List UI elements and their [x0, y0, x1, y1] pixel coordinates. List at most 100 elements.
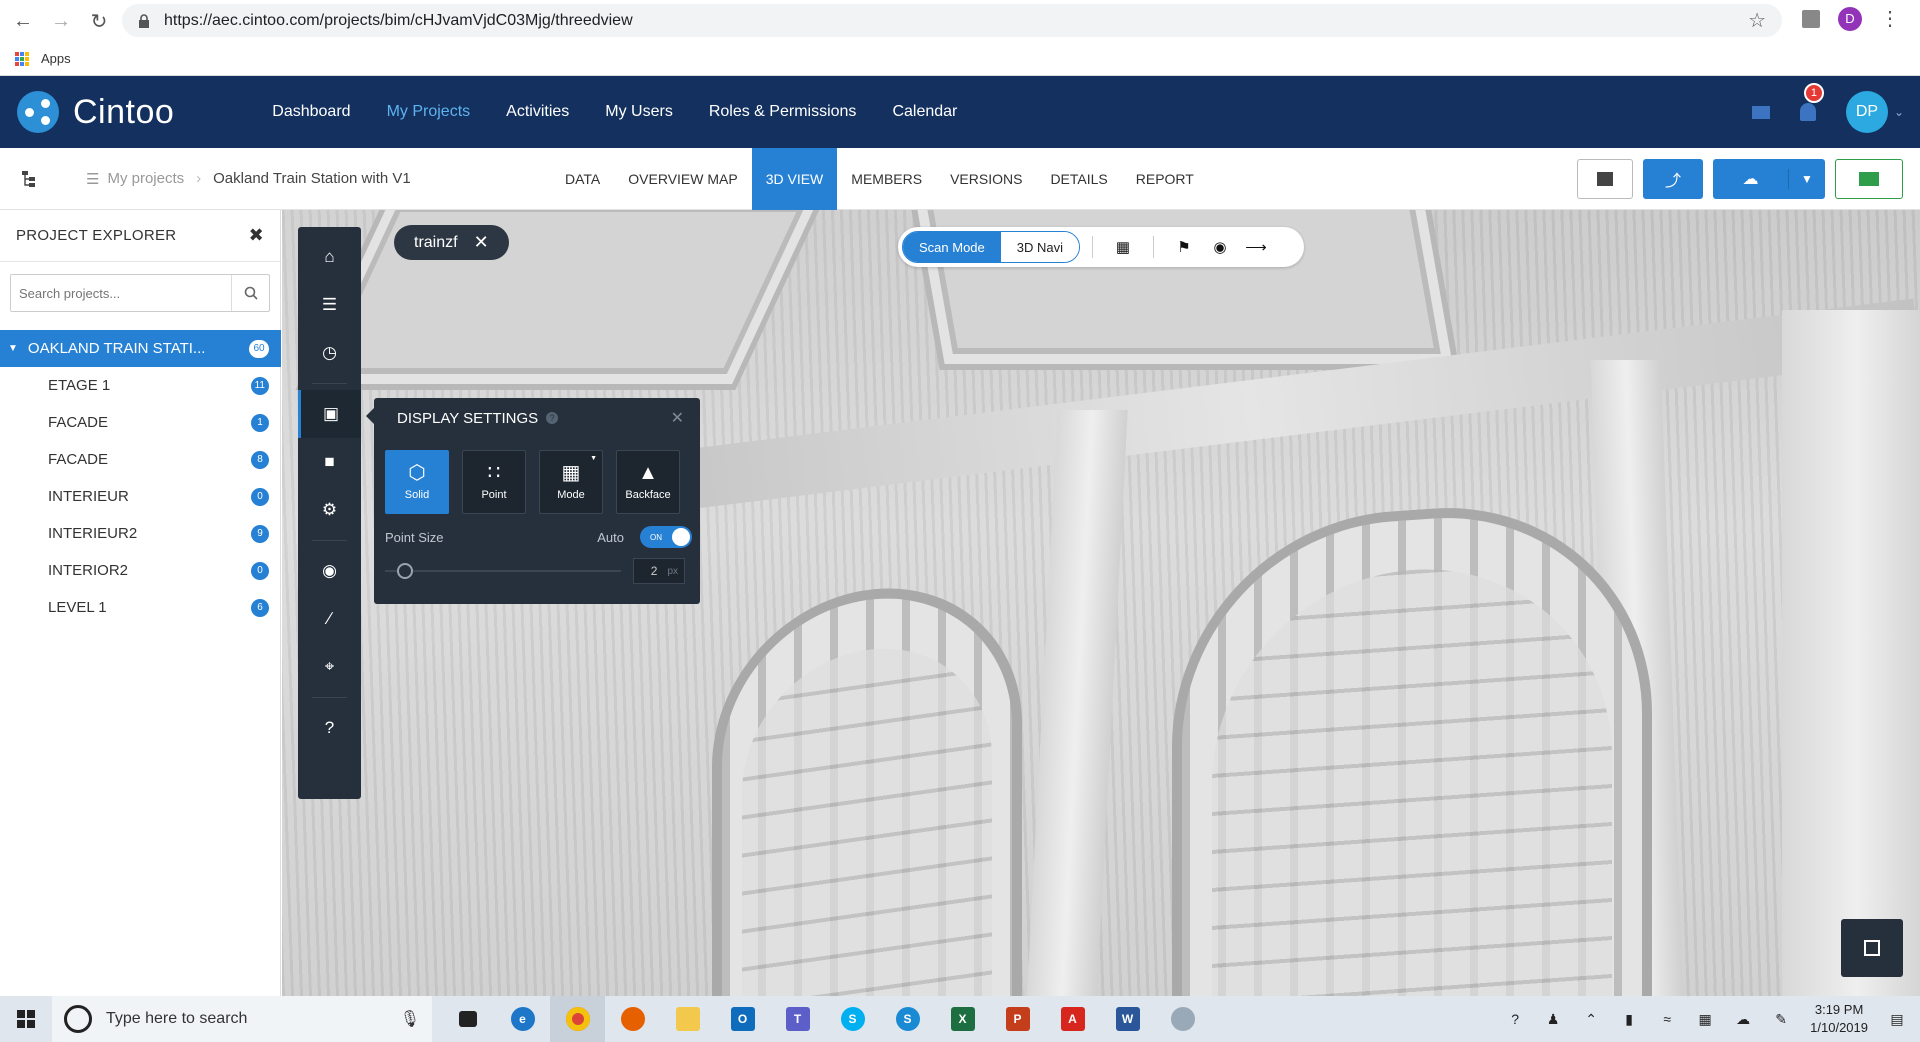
address-bar[interactable]: https://aec.cintoo.com/projects/bim/cHJv… — [122, 4, 1782, 37]
search-icon[interactable] — [231, 275, 269, 311]
powerpoint-icon[interactable]: P — [990, 996, 1045, 1042]
extension-icon[interactable] — [1802, 9, 1820, 28]
3d-navi-button[interactable]: 3D Navi — [1000, 232, 1080, 262]
cintoo-logo[interactable]: Cintoo — [17, 91, 174, 133]
camera-icon[interactable]: ◉ — [1202, 238, 1238, 256]
tree-item[interactable]: ETAGE 1 11 — [0, 367, 281, 404]
settings-button[interactable]: ⚙ — [298, 486, 361, 534]
nav-activities[interactable]: Activities — [488, 103, 587, 121]
teams-icon[interactable]: T — [770, 996, 825, 1042]
bookmark-apps[interactable]: Apps — [41, 51, 71, 66]
archive-button[interactable] — [1577, 159, 1633, 199]
browser-profile-avatar[interactable]: D — [1838, 6, 1862, 31]
display-settings-button[interactable]: ▣ — [298, 390, 361, 438]
mode-button[interactable]: ▼ ▦ Mode — [539, 450, 603, 514]
upload-dropdown-icon[interactable]: ▼ — [1789, 172, 1825, 186]
search-input[interactable] — [11, 275, 231, 311]
scan-mode-button[interactable]: Scan Mode — [903, 232, 1001, 262]
nav-my-projects[interactable]: My Projects — [369, 103, 489, 121]
people-icon[interactable]: ♟ — [1544, 1010, 1562, 1028]
chevron-up-icon[interactable]: ⌃ — [1582, 1010, 1600, 1028]
help-icon[interactable]: ? — [1506, 1010, 1524, 1028]
word-icon[interactable]: W — [1100, 996, 1155, 1042]
forward-icon[interactable]: → — [46, 6, 76, 36]
point-size-slider[interactable] — [385, 563, 621, 579]
tree-item[interactable]: INTERIEUR2 9 — [0, 515, 281, 552]
tree-item[interactable]: INTERIOR2 0 — [0, 552, 281, 589]
onedrive-icon[interactable]: ☁ — [1734, 1010, 1752, 1028]
add-folder-button[interactable] — [1835, 159, 1903, 199]
home-button[interactable]: ⌂ — [298, 233, 361, 281]
fullscreen-button[interactable] — [1841, 919, 1903, 977]
pen-icon[interactable]: ✎ — [1772, 1010, 1790, 1028]
nav-dashboard[interactable]: Dashboard — [254, 103, 368, 121]
tab-3d-view[interactable]: 3D VIEW — [751, 148, 838, 210]
chevron-down-icon[interactable]: ⌄ — [1894, 105, 1904, 119]
point-size-input[interactable]: 2 px — [633, 558, 685, 584]
nav-my-users[interactable]: My Users — [587, 103, 691, 121]
taskbar-search[interactable]: Type here to search 🎙 — [52, 996, 432, 1042]
auto-point-size-toggle[interactable]: ON — [640, 526, 692, 548]
teams-tray-icon[interactable]: ▦ — [1696, 1010, 1714, 1028]
share-link-button[interactable]: ⤴ — [1643, 159, 1703, 199]
nav-roles-permissions[interactable]: Roles & Permissions — [691, 103, 875, 121]
tree-item[interactable]: FACADE 1 — [0, 404, 281, 441]
location-button[interactable]: ◉ — [298, 547, 361, 595]
edge-icon[interactable]: e — [495, 996, 550, 1042]
cloud-upload-icon[interactable]: ☁ — [1713, 169, 1789, 189]
remove-tag-icon[interactable]: ✕ — [474, 232, 489, 253]
tab-report[interactable]: REPORT — [1122, 148, 1208, 210]
tab-versions[interactable]: VERSIONS — [936, 148, 1036, 210]
apps-grid-icon[interactable] — [15, 51, 29, 66]
share-icon[interactable]: ⟶ — [1238, 238, 1274, 256]
nav-calendar[interactable]: Calendar — [874, 103, 975, 121]
breadcrumb-my-projects[interactable]: My projects — [107, 170, 184, 187]
mail-icon[interactable] — [1751, 105, 1770, 119]
tab-details[interactable]: DETAILS — [1036, 148, 1121, 210]
tab-data[interactable]: DATA — [551, 148, 614, 210]
outlook-icon[interactable]: O — [715, 996, 770, 1042]
history-button[interactable]: ◷ — [298, 329, 361, 377]
tree-root-project[interactable]: ▼ OAKLAND TRAIN STATI... 60 — [0, 330, 281, 367]
solid-render-button[interactable]: ⬡ Solid — [385, 450, 449, 514]
file-explorer-icon[interactable] — [660, 996, 715, 1042]
measure-button[interactable]: ∕ — [298, 595, 361, 643]
help-icon[interactable]: ? — [546, 412, 559, 424]
chrome-icon[interactable] — [550, 996, 605, 1042]
close-icon[interactable]: ✖ — [249, 225, 264, 246]
task-view-icon[interactable] — [440, 996, 495, 1042]
backface-button[interactable]: ▲ Backface — [616, 450, 680, 514]
tree-item[interactable]: INTERIEUR 0 — [0, 478, 281, 515]
tree-toggle-icon[interactable] — [0, 148, 60, 210]
skype-business-icon[interactable]: S — [880, 996, 935, 1042]
help-button[interactable]: ? — [298, 704, 361, 752]
start-button[interactable] — [0, 996, 52, 1042]
paint-icon[interactable] — [1155, 996, 1210, 1042]
point-render-button[interactable]: ∷ Point — [462, 450, 526, 514]
bookmark-star-icon[interactable]: ☆ — [1748, 8, 1766, 33]
battery-icon[interactable]: ▮ — [1620, 1010, 1638, 1028]
flag-icon[interactable]: ⚑ — [1166, 238, 1202, 256]
tree-item[interactable]: LEVEL 1 6 — [0, 589, 281, 626]
layers-button[interactable]: ☰ — [298, 281, 361, 329]
skype-icon[interactable]: S — [825, 996, 880, 1042]
tab-overview-map[interactable]: OVERVIEW MAP — [614, 148, 751, 210]
tree-item[interactable]: FACADE 8 — [0, 441, 281, 478]
notifications-button[interactable]: 1 — [1799, 83, 1824, 121]
system-clock[interactable]: 3:19 PM 1/10/2019 — [1810, 1001, 1868, 1037]
excel-icon[interactable]: X — [935, 996, 990, 1042]
grid-view-icon[interactable]: ▦ — [1105, 238, 1141, 256]
tab-members[interactable]: MEMBERS — [837, 148, 936, 210]
caret-down-icon[interactable]: ▼ — [8, 343, 18, 354]
camera-button[interactable]: ■ — [298, 438, 361, 486]
user-avatar[interactable]: DP — [1845, 91, 1888, 133]
microphone-icon[interactable]: 🎙 — [400, 1009, 420, 1029]
crop-button[interactable]: ⌖ — [298, 643, 361, 691]
acrobat-icon[interactable]: A — [1045, 996, 1100, 1042]
notifications-icon[interactable]: ▤ — [1888, 1010, 1906, 1028]
back-icon[interactable]: ← — [8, 6, 38, 36]
firefox-icon[interactable] — [605, 996, 660, 1042]
close-icon[interactable]: ✕ — [671, 408, 684, 428]
wifi-icon[interactable]: ≈ — [1658, 1010, 1676, 1028]
browser-menu-icon[interactable]: ⋮ — [1880, 6, 1900, 31]
